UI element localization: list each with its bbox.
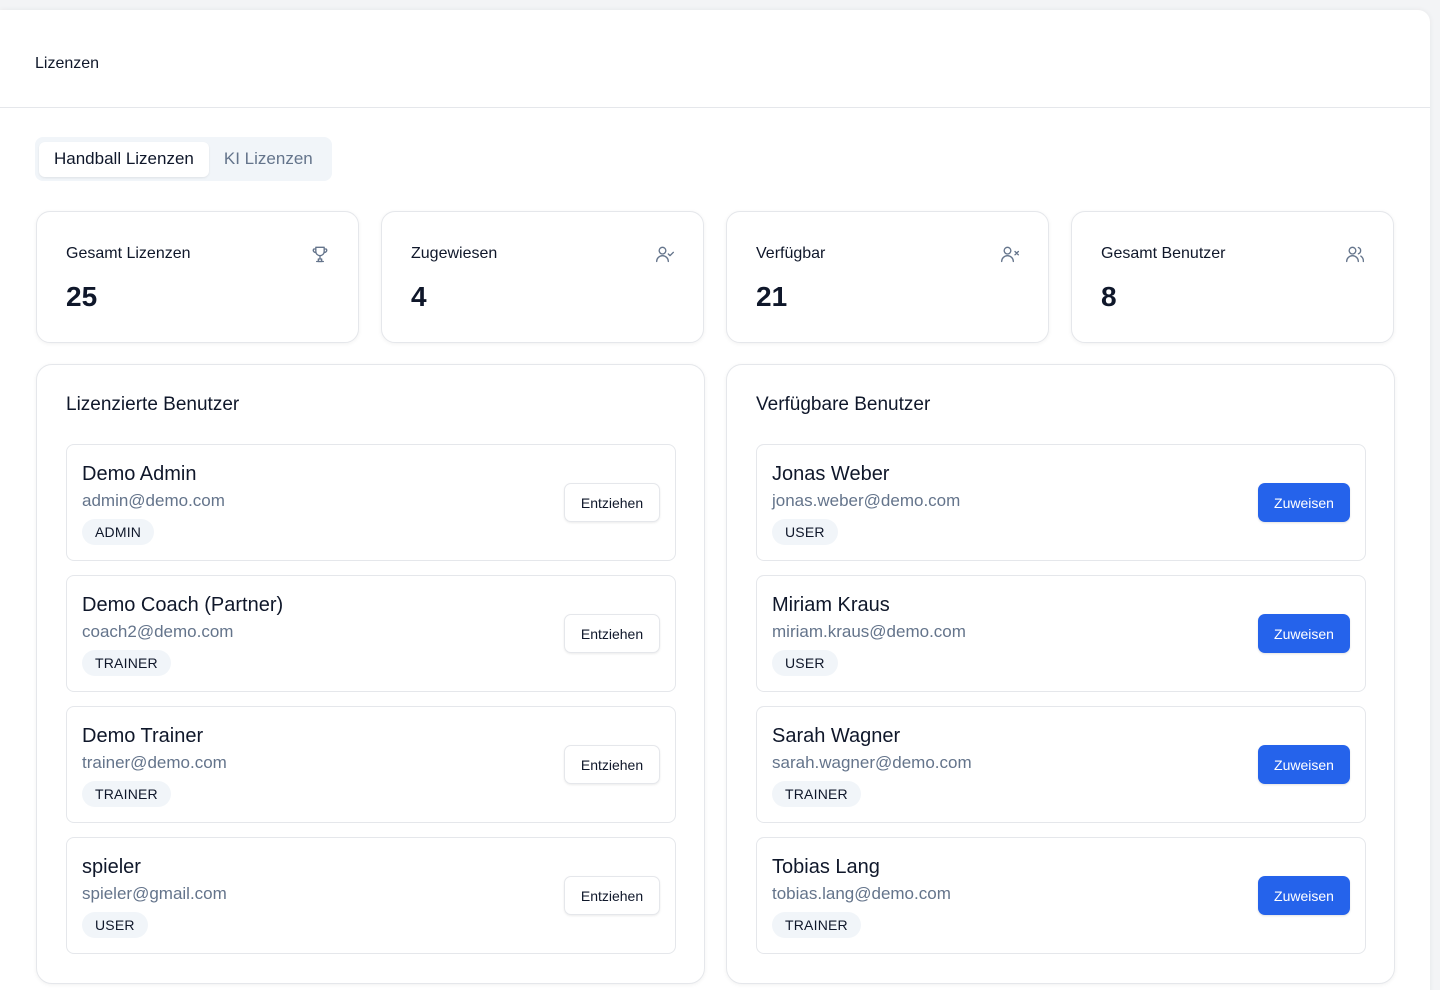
stat-label: Gesamt Benutzer bbox=[1101, 245, 1226, 262]
stat-value: 21 bbox=[756, 281, 788, 312]
user-name: spieler bbox=[82, 856, 141, 878]
role-badge: ADMIN bbox=[82, 519, 155, 545]
licensed-user-card: Demo Coach (Partner) coach2@demo.com TRA… bbox=[66, 575, 676, 692]
trophy-icon bbox=[310, 244, 330, 264]
revoke-license-button[interactable]: Entziehen bbox=[564, 876, 660, 915]
role-badge: TRAINER bbox=[82, 781, 171, 807]
licenses-page: Lizenzen Handball Lizenzen KI Lizenzen G… bbox=[0, 10, 1430, 990]
stat-label: Gesamt Lizenzen bbox=[66, 245, 191, 262]
role-badge: USER bbox=[82, 912, 148, 938]
user-name: Miriam Kraus bbox=[772, 594, 890, 616]
assign-license-button[interactable]: Zuweisen bbox=[1258, 745, 1350, 784]
licensed-users-panel: Lizenzierte Benutzer Demo Admin admin@de… bbox=[36, 364, 705, 984]
revoke-license-button[interactable]: Entziehen bbox=[564, 745, 660, 784]
page-title: Lizenzen bbox=[35, 54, 100, 72]
user-email: tobias.lang@demo.com bbox=[772, 884, 951, 903]
user-email: spieler@gmail.com bbox=[82, 884, 227, 903]
assign-license-button[interactable]: Zuweisen bbox=[1258, 876, 1350, 915]
assign-license-button[interactable]: Zuweisen bbox=[1258, 483, 1350, 522]
user-name: Tobias Lang bbox=[772, 856, 880, 878]
user-name: Sarah Wagner bbox=[772, 725, 901, 747]
stat-value: 4 bbox=[411, 281, 427, 312]
user-email: admin@demo.com bbox=[82, 491, 225, 510]
tab-ai-licenses[interactable]: KI Lizenzen bbox=[209, 142, 328, 177]
licensed-user-card: Demo Trainer trainer@demo.com TRAINER En… bbox=[66, 706, 676, 823]
assign-license-button[interactable]: Zuweisen bbox=[1258, 614, 1350, 653]
role-badge: TRAINER bbox=[82, 650, 171, 676]
tab-handball-licenses[interactable]: Handball Lizenzen bbox=[39, 141, 209, 177]
user-email: jonas.weber@demo.com bbox=[772, 491, 961, 510]
stat-label: Zugewiesen bbox=[411, 245, 498, 262]
revoke-license-button[interactable]: Entziehen bbox=[564, 614, 660, 653]
available-user-card: Sarah Wagner sarah.wagner@demo.com TRAIN… bbox=[756, 706, 1366, 823]
licensed-user-card: Demo Admin admin@demo.com ADMIN Entziehe… bbox=[66, 444, 676, 561]
users-icon bbox=[1345, 244, 1365, 264]
user-name: Demo Trainer bbox=[82, 725, 204, 747]
stat-label: Verfügbar bbox=[756, 245, 826, 262]
role-badge: TRAINER bbox=[772, 912, 861, 938]
revoke-license-button[interactable]: Entziehen bbox=[564, 483, 660, 522]
stat-value: 8 bbox=[1101, 281, 1117, 312]
user-x-icon bbox=[1000, 244, 1020, 264]
stat-card-total-licenses: Gesamt Lizenzen 25 bbox=[36, 211, 359, 343]
panel-title: Lizenzierte Benutzer bbox=[66, 394, 240, 415]
user-email: sarah.wagner@demo.com bbox=[772, 753, 972, 772]
role-badge: USER bbox=[772, 519, 838, 545]
role-badge: TRAINER bbox=[772, 781, 861, 807]
available-users-panel: Verfügbare Benutzer Jonas Weber jonas.we… bbox=[726, 364, 1395, 984]
stat-card-total-users: Gesamt Benutzer 8 bbox=[1071, 211, 1394, 343]
user-name: Jonas Weber bbox=[772, 463, 890, 485]
user-check-icon bbox=[655, 244, 675, 264]
stat-card-available: Verfügbar 21 bbox=[726, 211, 1049, 343]
role-badge: USER bbox=[772, 650, 838, 676]
user-email: coach2@demo.com bbox=[82, 622, 234, 641]
user-email: trainer@demo.com bbox=[82, 753, 227, 772]
user-name: Demo Coach (Partner) bbox=[82, 594, 284, 616]
user-email: miriam.kraus@demo.com bbox=[772, 622, 966, 641]
page-header: Lizenzen bbox=[0, 10, 1430, 108]
stat-card-assigned: Zugewiesen 4 bbox=[381, 211, 704, 343]
available-user-card: Tobias Lang tobias.lang@demo.com TRAINER… bbox=[756, 837, 1366, 954]
licensed-user-card: spieler spieler@gmail.com USER Entziehen bbox=[66, 837, 676, 954]
license-tabs: Handball Lizenzen KI Lizenzen bbox=[35, 137, 332, 181]
available-user-card: Jonas Weber jonas.weber@demo.com USER Zu… bbox=[756, 444, 1366, 561]
panel-title: Verfügbare Benutzer bbox=[756, 394, 931, 415]
user-name: Demo Admin bbox=[82, 463, 197, 485]
available-user-card: Miriam Kraus miriam.kraus@demo.com USER … bbox=[756, 575, 1366, 692]
stat-value: 25 bbox=[66, 281, 98, 312]
